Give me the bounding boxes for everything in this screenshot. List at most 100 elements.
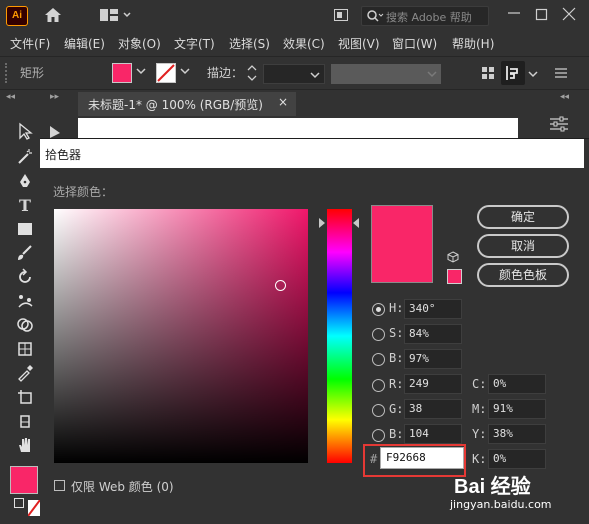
hue-slider-arrow-right[interactable]: [353, 218, 359, 228]
close-window-icon[interactable]: [562, 7, 576, 25]
green-radio[interactable]: [372, 404, 385, 417]
red-radio[interactable]: [372, 379, 385, 392]
green-label: G:: [389, 402, 404, 416]
saturation-label: S:: [389, 326, 404, 340]
fill-dropdown-chevron-icon[interactable]: [136, 65, 146, 79]
stroke-color-indicator[interactable]: [27, 499, 41, 517]
stroke-stepper-icon[interactable]: [247, 63, 257, 86]
free-transform-tool-icon[interactable]: [14, 340, 36, 362]
collapse-panel-icon[interactable]: ◂◂: [6, 92, 15, 102]
app-logo: Ai: [6, 6, 28, 26]
color-swatches-button[interactable]: 颜色色板: [477, 263, 569, 287]
hue-input[interactable]: 340°: [404, 299, 462, 319]
menu-help[interactable]: 帮助(H): [452, 35, 494, 52]
document-tab-title: 未标题-1* @ 100% (RGB/预览): [88, 98, 263, 112]
puppet-warp-tool-icon[interactable]: [14, 292, 36, 314]
shape-builder-tool-icon[interactable]: [14, 316, 36, 338]
type-tool-icon[interactable]: T: [14, 196, 36, 218]
out-of-web-gamut-cube-icon[interactable]: [447, 251, 459, 266]
minimize-icon[interactable]: [507, 6, 521, 24]
blue-label: B:: [389, 427, 404, 441]
pen-tool-icon[interactable]: [14, 172, 36, 194]
magic-wand-tool-icon[interactable]: [14, 148, 36, 170]
search-placeholder: 搜索 Adobe 帮助: [386, 11, 472, 24]
document-tab[interactable]: 未标题-1* @ 100% (RGB/预览) ×: [78, 92, 296, 116]
grid-align-icon[interactable]: [482, 67, 494, 82]
menu-select[interactable]: 选择(S): [229, 35, 270, 52]
magenta-input[interactable]: 91%: [488, 399, 546, 419]
hex-input[interactable]: F92668: [380, 447, 464, 469]
green-input[interactable]: 38: [404, 399, 462, 419]
menu-edit[interactable]: 编辑(E): [64, 35, 105, 52]
blue-input[interactable]: 104: [404, 424, 462, 444]
eraser-tool-icon[interactable]: [14, 412, 36, 434]
expand-panels-icon[interactable]: ◂◂: [560, 92, 569, 102]
stroke-none-swatch[interactable]: [156, 63, 176, 83]
menu-effect[interactable]: 效果(C): [283, 35, 325, 52]
brightness-radio[interactable]: [372, 353, 385, 366]
collapse-tools-icon[interactable]: ▸▸: [50, 92, 59, 102]
properties-panel-icon[interactable]: [550, 116, 568, 135]
artboard-canvas[interactable]: [78, 118, 518, 138]
saturation-input[interactable]: 84%: [404, 324, 462, 344]
align-panel-icon[interactable]: [501, 61, 525, 85]
brightness-label: B:: [389, 351, 404, 365]
maximize-icon[interactable]: [535, 8, 549, 26]
web-colors-only-label: 仅限 Web 颜色 (0): [71, 480, 174, 494]
panel-toggle-icon[interactable]: [334, 9, 348, 24]
menu-bar: 文件(F) 编辑(E) 对象(O) 文字(T) 选择(S) 效果(C) 视图(V…: [0, 32, 589, 54]
yellow-label: Y:: [472, 427, 487, 441]
watermark-brand: Bai 经验: [454, 476, 531, 498]
workspace-layout-icon[interactable]: [100, 8, 132, 25]
rotate-tool-icon[interactable]: [14, 268, 36, 290]
stroke-weight-input[interactable]: [263, 64, 325, 84]
fill-color-swatch[interactable]: [112, 63, 132, 83]
ok-button[interactable]: 确定: [477, 205, 569, 229]
artboard-tool-icon[interactable]: [14, 388, 36, 410]
title-bar: Ai 搜索 Adobe 帮助: [0, 0, 589, 32]
paintbrush-tool-icon[interactable]: [14, 244, 36, 266]
panel-menu-icon[interactable]: [555, 67, 567, 82]
watermark: Bai 经验 jingyan.baidu.com: [450, 470, 580, 520]
menu-window[interactable]: 窗口(W): [392, 35, 437, 52]
help-search-box[interactable]: 搜索 Adobe 帮助: [361, 6, 489, 26]
fill-color-indicator[interactable]: [10, 466, 38, 494]
color-field[interactable]: [54, 209, 308, 463]
blue-radio[interactable]: [372, 429, 385, 442]
cyan-input[interactable]: 0%: [488, 374, 546, 394]
cancel-button[interactable]: 取消: [477, 234, 569, 258]
default-colors-icon[interactable]: [14, 498, 24, 508]
select-color-label: 选择颜色：: [53, 185, 114, 199]
menu-file[interactable]: 文件(F): [10, 35, 50, 52]
menu-view[interactable]: 视图(V): [338, 35, 380, 52]
color-field-cursor[interactable]: [275, 280, 286, 291]
eyedropper-tool-icon[interactable]: [14, 364, 36, 386]
stroke-weight-label: 描边：: [207, 66, 244, 80]
stroke-style-dropdown[interactable]: [331, 64, 441, 84]
hand-tool-icon[interactable]: [14, 436, 36, 458]
hue-radio[interactable]: [372, 303, 385, 316]
saturation-radio[interactable]: [372, 328, 385, 341]
red-input[interactable]: 249: [404, 374, 462, 394]
magenta-label: M:: [472, 402, 487, 416]
rectangle-tool-icon[interactable]: [14, 220, 36, 242]
current-color-preview: [371, 205, 433, 283]
yellow-input[interactable]: 38%: [488, 424, 546, 444]
grip-handle[interactable]: [5, 63, 7, 83]
menu-object[interactable]: 对象(O): [118, 35, 161, 52]
hue-label: H:: [389, 301, 404, 315]
menu-type[interactable]: 文字(T): [174, 35, 215, 52]
close-tab-icon[interactable]: ×: [278, 95, 288, 109]
brightness-input[interactable]: 97%: [404, 349, 462, 369]
web-colors-only-checkbox[interactable]: [54, 480, 65, 491]
selection-tool-icon[interactable]: [14, 122, 36, 144]
black-input[interactable]: 0%: [488, 449, 546, 469]
hue-slider-arrow-left[interactable]: [319, 218, 325, 228]
web-safe-color-swatch[interactable]: [447, 269, 462, 284]
stroke-dropdown-chevron-icon[interactable]: [180, 65, 190, 79]
hue-slider[interactable]: [327, 209, 352, 463]
home-icon[interactable]: [44, 7, 62, 26]
dialog-title-bar[interactable]: 拾色器: [40, 139, 584, 168]
align-dropdown-chevron-icon[interactable]: [528, 68, 538, 82]
black-label: K:: [472, 452, 487, 466]
